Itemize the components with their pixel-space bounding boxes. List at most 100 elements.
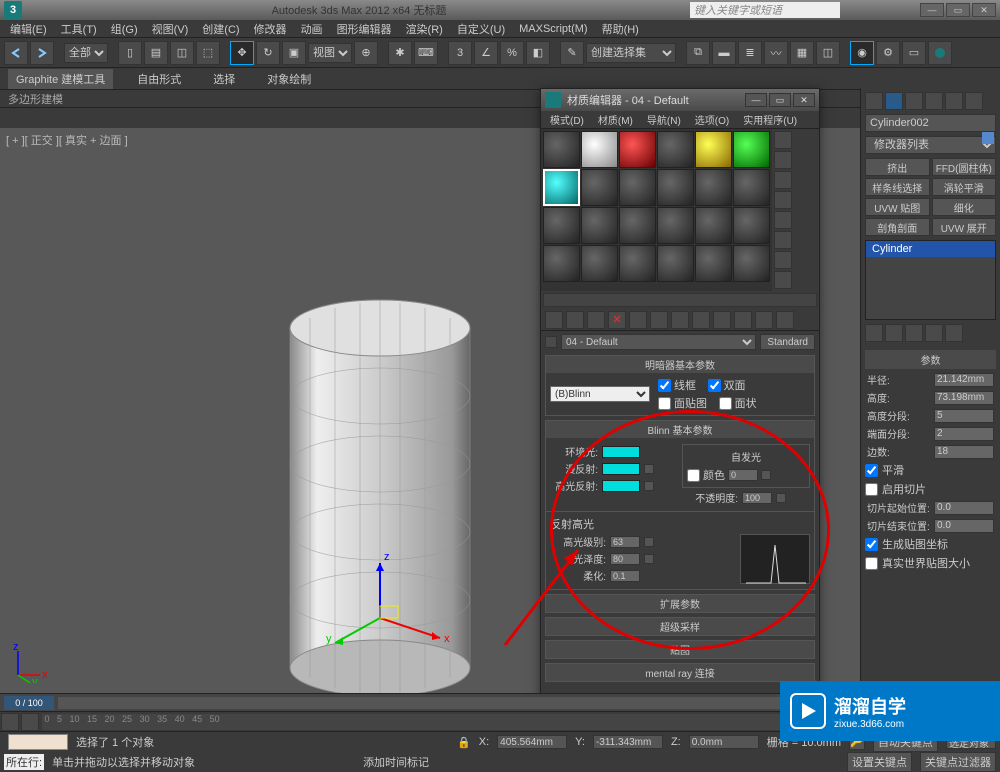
two-sided-checkbox[interactable] [708,379,721,392]
material-slot[interactable] [581,245,618,282]
setkey-button[interactable]: 设置关键点 [847,752,912,772]
material-editor-titlebar[interactable]: 材质编辑器 - 04 - Default —▭✕ [541,89,819,111]
ribbon-paint[interactable]: 对象绘制 [259,69,319,89]
menu-create[interactable]: 创建(C) [196,21,245,37]
preset-chamfer[interactable]: 剖角剖面 [865,218,930,236]
x-coord-input[interactable] [497,735,567,749]
assign-material-icon[interactable] [587,311,605,329]
material-slot[interactable] [543,131,580,168]
material-slot[interactable] [619,245,656,282]
csegs-spinner[interactable]: 2 [934,427,994,441]
gen-uv-checkbox[interactable] [865,538,878,551]
extended-params-rollup[interactable]: 扩展参数 [545,594,815,613]
preset-uvw-map[interactable]: UVW 贴图 [865,198,930,216]
coord-system-selector[interactable]: 视图 [308,43,352,63]
menu-views[interactable]: 视图(V) [146,21,195,37]
dope-sheet-button[interactable]: ▦ [790,41,814,65]
gloss-spinner[interactable]: 80 [610,553,640,565]
menu-help[interactable]: 帮助(H) [596,21,645,37]
material-slot[interactable] [619,131,656,168]
mat-menu-options[interactable]: 选项(O) [690,112,734,127]
blinn-rollup-header[interactable]: Blinn 基本参数 [546,421,814,438]
material-slot-selected[interactable] [543,169,580,206]
shader-type-select[interactable]: (B)Blinn [550,386,650,402]
height-spinner[interactable]: 73.198mm [934,391,994,405]
pivot-button[interactable]: ⊕ [354,41,378,65]
select-scale-button[interactable]: ▣ [282,41,306,65]
self-illum-spinner[interactable]: 0 [728,469,758,481]
select-object-button[interactable]: ▯ [118,41,142,65]
modifier-stack[interactable]: Cylinder [865,240,996,320]
preset-tessellate[interactable]: 细化 [932,198,997,216]
menu-edit[interactable]: 编辑(E) [4,21,53,37]
menu-group[interactable]: 组(G) [105,21,144,37]
material-slot[interactable] [619,207,656,244]
remove-modifier-icon[interactable] [925,324,943,342]
object-color-swatch[interactable] [982,132,994,144]
modify-tab-icon[interactable] [885,92,903,110]
render-setup-button[interactable]: ⚙ [876,41,900,65]
self-illum-map-button[interactable] [761,470,771,480]
material-slot[interactable] [657,207,694,244]
material-id-icon[interactable] [692,311,710,329]
get-material-icon[interactable] [545,311,563,329]
undo-button[interactable] [4,41,28,65]
show-map-icon[interactable] [713,311,731,329]
menu-customize[interactable]: 自定义(U) [451,21,511,37]
material-slot[interactable] [657,245,694,282]
mat-maximize-button[interactable]: ▭ [769,93,791,107]
spinner-snap-button[interactable]: ◧ [526,41,550,65]
sample-type-icon[interactable] [774,131,792,149]
material-slot[interactable] [581,169,618,206]
menu-animation[interactable]: 动画 [295,21,329,37]
angle-snap-button[interactable]: ∠ [474,41,498,65]
utilities-tab-icon[interactable] [965,92,983,110]
maps-rollup[interactable]: 贴图 [545,640,815,659]
self-illum-color-checkbox[interactable] [687,469,700,482]
mirror-button[interactable]: ⧉ [686,41,710,65]
material-slot[interactable] [657,131,694,168]
specular-map-button[interactable] [644,481,654,491]
select-by-material-icon[interactable] [774,271,792,289]
named-selection-input[interactable]: 创建选择集 [586,43,676,63]
material-slot[interactable] [733,169,770,206]
pin-stack-icon[interactable] [865,324,883,342]
supersampling-rollup[interactable]: 超级采样 [545,617,815,636]
mat-menu-material[interactable]: 材质(M) [593,112,638,127]
specular-color-swatch[interactable] [602,480,640,492]
go-parent-icon[interactable] [755,311,773,329]
material-slot[interactable] [619,169,656,206]
background-icon[interactable] [774,171,792,189]
params-rollup-header[interactable]: 参数 [865,350,996,369]
filter-selector[interactable]: 全部 [64,43,108,63]
snap-toggle-button[interactable]: 3 [448,41,472,65]
material-slot[interactable] [733,131,770,168]
configure-sets-icon[interactable] [945,324,963,342]
realworld-checkbox[interactable] [865,557,878,570]
options-icon[interactable] [774,251,792,269]
material-slot[interactable] [695,207,732,244]
trackbar-button2[interactable] [21,713,39,731]
mat-menu-navigation[interactable]: 导航(N) [642,112,686,127]
diffuse-map-button[interactable] [644,464,654,474]
cylinder-object[interactable]: x y z [280,288,540,693]
window-crossing-button[interactable]: ⬚ [196,41,220,65]
menu-graph[interactable]: 图形编辑器 [331,21,398,37]
viewport-label[interactable]: [ + ][ 正交 ][ 真实 + 边面 ] [6,132,128,148]
slice-to-spinner[interactable]: 0.0 [934,519,994,533]
select-move-button[interactable]: ✥ [230,41,254,65]
material-slot[interactable] [581,131,618,168]
material-slot[interactable] [657,169,694,206]
show-end-result-mat-icon[interactable] [734,311,752,329]
align-button[interactable]: ▬ [712,41,736,65]
render-frame-button[interactable]: ▭ [902,41,926,65]
slice-checkbox[interactable] [865,483,878,496]
pick-material-icon[interactable] [545,336,557,348]
modifier-list-dropdown[interactable]: 修改器列表 [865,136,996,154]
add-time-tag[interactable]: 添加时间标记 [363,754,429,770]
soften-spinner[interactable]: 0.1 [610,570,640,582]
make-preview-icon[interactable] [774,231,792,249]
help-search-input[interactable]: 键入关键字或短语 [690,2,840,18]
spec-level-spinner[interactable]: 63 [610,536,640,548]
edit-named-sel-button[interactable]: ✎ [560,41,584,65]
